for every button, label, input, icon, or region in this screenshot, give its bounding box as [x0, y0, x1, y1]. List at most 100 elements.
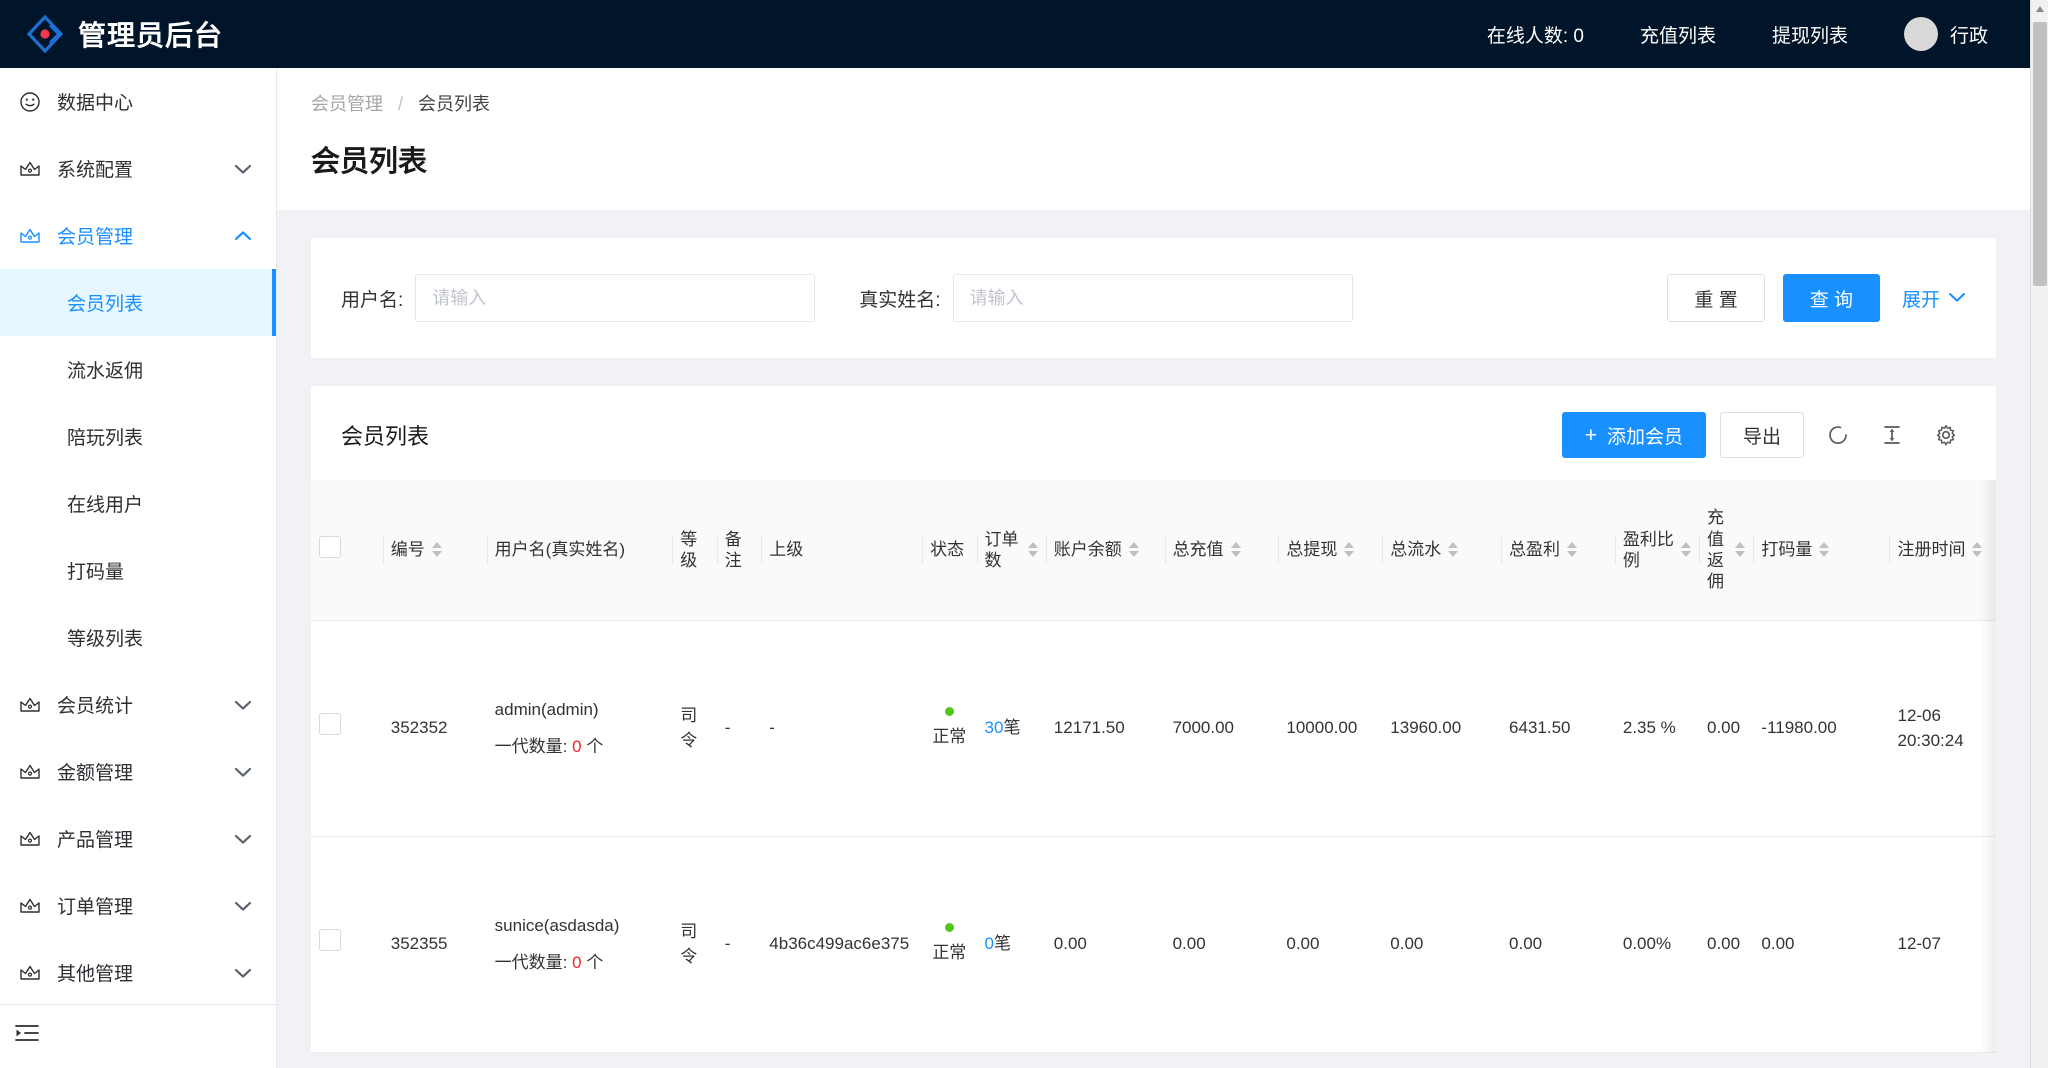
chevron-down-icon: [234, 833, 252, 845]
column-label: 总盈利: [1509, 539, 1560, 560]
cell-code-amount[interactable]: -11980.00: [1753, 620, 1889, 836]
cell-flow: 0.00: [1382, 836, 1501, 1052]
column-label: 订单数: [985, 529, 1021, 572]
row-checkbox[interactable]: [319, 713, 341, 735]
sort-icon[interactable]: [1231, 542, 1241, 557]
column-header-code-amount[interactable]: 打码量: [1753, 480, 1889, 620]
username-input[interactable]: [415, 274, 815, 322]
sidebar-item-code-amount[interactable]: 打码量: [0, 537, 276, 604]
row-select-cell[interactable]: [311, 836, 383, 1052]
query-button[interactable]: 查 询: [1783, 274, 1880, 322]
column-header-status[interactable]: 状态: [922, 480, 976, 620]
plus-icon: +: [1585, 425, 1597, 446]
column-header-parent[interactable]: 上级: [761, 480, 922, 620]
sidebar-item-online-users[interactable]: 在线用户: [0, 470, 276, 537]
reg-date: 12-07: [1897, 931, 1988, 957]
sidebar-item-companion-list[interactable]: 陪玩列表: [0, 403, 276, 470]
add-member-button[interactable]: + 添加会员: [1562, 412, 1706, 458]
column-header-flow[interactable]: 总流水: [1382, 480, 1501, 620]
first-gen-count: 一代数量: 0 个: [495, 734, 665, 760]
column-header-id[interactable]: 编号: [383, 480, 487, 620]
reg-date: 12-06: [1897, 703, 1988, 729]
user-menu[interactable]: 行政: [1876, 0, 1994, 68]
brand-title: 管理员后台: [78, 14, 223, 54]
column-header-orders[interactable]: 订单数: [977, 480, 1046, 620]
sort-icon[interactable]: [1028, 542, 1038, 557]
column-header-profit-rate[interactable]: 盈利比例: [1615, 480, 1699, 620]
sidebar-item-member-list[interactable]: 会员列表: [0, 269, 276, 336]
cell-code-amount[interactable]: 0.00: [1753, 836, 1889, 1052]
realname-input[interactable]: [953, 274, 1353, 322]
orders-count[interactable]: 0: [985, 934, 994, 953]
column-height-icon[interactable]: [1872, 415, 1912, 455]
setting-icon[interactable]: [1926, 415, 1966, 455]
breadcrumb: 会员管理 / 会员列表: [311, 90, 1996, 116]
column-header-profit[interactable]: 总盈利: [1501, 480, 1615, 620]
row-checkbox[interactable]: [319, 929, 341, 951]
column-header-recharge[interactable]: 总充值: [1165, 480, 1279, 620]
scrollbar-thumb[interactable]: [2033, 22, 2047, 286]
page-scrollbar[interactable]: [2030, 0, 2048, 1068]
sidebar-item-amount-management[interactable]: 金额管理: [0, 738, 276, 805]
column-header-rebate[interactable]: 充值返佣: [1699, 480, 1753, 620]
table-toolbar-actions: + 添加会员 导出: [1562, 412, 1966, 458]
sort-icon[interactable]: [1129, 542, 1139, 557]
sidebar-item-label: 数据中心: [57, 88, 252, 115]
breadcrumb-separator: /: [398, 94, 403, 114]
breadcrumb-parent[interactable]: 会员管理: [311, 94, 383, 114]
sidebar-item-product-management[interactable]: 产品管理: [0, 805, 276, 872]
sort-icon[interactable]: [1681, 542, 1691, 557]
column-header-level[interactable]: 等级: [672, 480, 717, 620]
column-header-reg-time[interactable]: 注册时间: [1889, 480, 1996, 620]
online-count-label: 在线人数: 0: [1459, 0, 1612, 68]
sort-icon[interactable]: [432, 542, 442, 557]
sidebar-item-data-center[interactable]: 数据中心: [0, 68, 276, 135]
reload-icon[interactable]: [1818, 415, 1858, 455]
sort-icon[interactable]: [1448, 542, 1458, 557]
export-button[interactable]: 导出: [1720, 412, 1804, 458]
recharge-list-link[interactable]: 充值列表: [1612, 0, 1744, 68]
row-select-cell[interactable]: [311, 620, 383, 836]
column-label: 编号: [391, 539, 425, 560]
column-header-user[interactable]: 用户名(真实姓名): [487, 480, 673, 620]
scroll-up-arrow-icon[interactable]: [2031, 0, 2048, 18]
cell-status: 正常: [922, 620, 976, 836]
column-header-balance[interactable]: 账户余额: [1046, 480, 1165, 620]
sidebar-item-member-stats[interactable]: 会员统计: [0, 671, 276, 738]
cell-reg-time: 12-06 20:30:24: [1889, 620, 1996, 836]
filter-panel: 用户名: 真实姓名: 重 置 查 询 展开: [311, 238, 1996, 358]
sort-icon[interactable]: [1972, 542, 1982, 557]
table-row[interactable]: 352355 sunice(asdasda) 一代数量: 0 个 司令 -: [311, 836, 1996, 1052]
sort-icon[interactable]: [1344, 542, 1354, 557]
sidebar-item-order-management[interactable]: 订单管理: [0, 872, 276, 939]
sort-icon[interactable]: [1735, 542, 1745, 557]
brand-area[interactable]: 管理员后台: [0, 13, 276, 55]
column-label: 盈利比例: [1623, 529, 1674, 572]
select-all-header[interactable]: [311, 480, 383, 620]
reset-button[interactable]: 重 置: [1667, 274, 1764, 322]
sort-icon[interactable]: [1819, 542, 1829, 557]
table-scroll-area[interactable]: 编号 用户名(真实姓名) 等级 备注: [311, 480, 1996, 1053]
sidebar-collapse-bar[interactable]: [0, 1004, 276, 1068]
sidebar-item-flow-rebate[interactable]: 流水返佣: [0, 336, 276, 403]
sidebar-item-system-config[interactable]: 系统配置: [0, 135, 276, 202]
orders-count[interactable]: 30: [985, 718, 1004, 737]
menu-fold-icon[interactable]: [12, 1021, 42, 1052]
table-row[interactable]: 352352 admin(admin) 一代数量: 0 个 司令 -: [311, 620, 1996, 836]
sidebar-item-label: 等级列表: [67, 624, 143, 651]
sidebar-item-member-management[interactable]: 会员管理: [0, 202, 276, 269]
sidebar-item-label: 会员统计: [57, 691, 234, 718]
sort-icon[interactable]: [1567, 542, 1577, 557]
sidebar-item-other-management[interactable]: 其他管理: [0, 939, 276, 1006]
withdraw-list-link[interactable]: 提现列表: [1744, 0, 1876, 68]
chevron-down-icon: [234, 900, 252, 912]
cell-remark: -: [717, 836, 762, 1052]
expand-filters-link[interactable]: 展开: [1902, 285, 1966, 312]
sidebar-item-level-list[interactable]: 等级列表: [0, 604, 276, 671]
realname-filter-field: 真实姓名:: [859, 274, 1352, 322]
reg-clock: 20:30:24: [1897, 728, 1988, 754]
column-header-remark[interactable]: 备注: [717, 480, 762, 620]
select-all-checkbox[interactable]: [319, 536, 341, 558]
column-header-withdraw[interactable]: 总提现: [1278, 480, 1382, 620]
cell-orders: 0笔: [977, 836, 1046, 1052]
